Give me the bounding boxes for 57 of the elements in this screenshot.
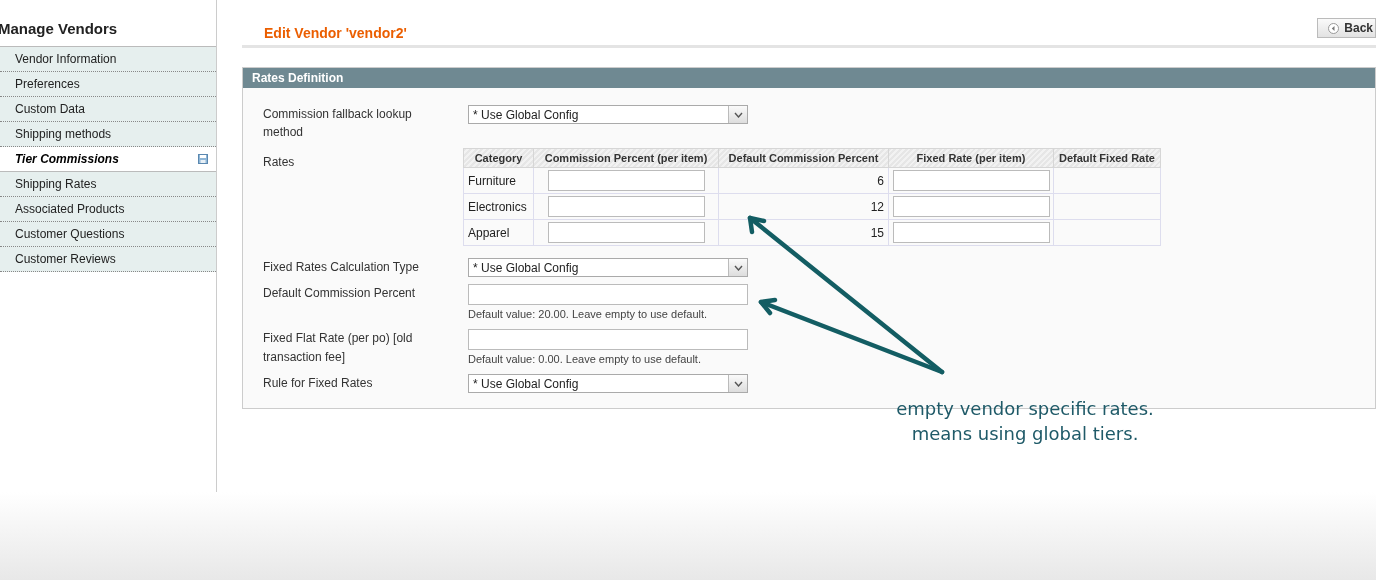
dropdown[interactable]: * Use Global Config	[468, 374, 748, 393]
sidebar-item-label: Shipping Rates	[15, 176, 97, 193]
sidebar-item[interactable]: Customer Questions	[0, 222, 216, 247]
annotation-text: empty vendor specific rates.	[896, 397, 1154, 421]
input-field[interactable]	[547, 170, 705, 191]
table-cell: 12	[718, 193, 889, 220]
field-label: Rates	[263, 154, 296, 171]
sidebar-item-label: Custom Data	[15, 101, 86, 118]
table-cell: 15	[718, 219, 889, 246]
section-header: Rates Definition	[243, 68, 1375, 88]
sidebar-item-label: Shipping methods	[15, 126, 112, 143]
field-hint: Default value: 0.00. Leave empty to use default.	[468, 352, 702, 367]
sidebar-item-label: Associated Products	[15, 201, 125, 218]
sidebar-item-label: Vendor Information	[15, 51, 117, 68]
back-icon	[1328, 22, 1340, 34]
input-field[interactable]	[892, 222, 1050, 243]
table-cell: Apparel	[463, 219, 534, 246]
column-header: Fixed Rate (per item)	[888, 148, 1054, 168]
table-cell: Electronics	[463, 193, 534, 220]
field-label: Default Commission Percent	[263, 285, 417, 302]
input-field[interactable]	[892, 196, 1050, 217]
column-header: Default Commission Percent	[718, 148, 889, 168]
dropdown[interactable]: * Use Global Config	[468, 105, 748, 124]
sidebar-item[interactable]: Associated Products	[0, 197, 216, 222]
sidebar-item-label: Customer Reviews	[15, 251, 116, 268]
chevron-down-icon	[733, 111, 743, 118]
table-cell: Furniture	[463, 167, 534, 194]
column-header: Category	[463, 148, 534, 168]
dropdown[interactable]: * Use Global Config	[468, 258, 748, 277]
sidebar-item[interactable]: Custom Data	[0, 97, 216, 122]
field-label: Fixed Rates Calculation Type	[263, 259, 420, 276]
field-hint: Default value: 20.00. Leave empty to use default.	[468, 307, 709, 322]
sidebar-item[interactable]: Preferences	[0, 72, 216, 97]
sidebar-item[interactable]: Customer Reviews	[0, 247, 216, 272]
field-label: Commission fallback lookup method	[263, 106, 413, 141]
sidebar-item[interactable]: Shipping Rates	[0, 172, 216, 197]
input-field[interactable]	[892, 170, 1050, 191]
sidebar-item-label: Tier Commissions	[15, 151, 119, 168]
input-field[interactable]	[547, 196, 705, 217]
sidebar-item-label: Preferences	[15, 76, 80, 93]
field-label: Rule for Fixed Rates	[263, 375, 374, 392]
sidebar-item-label: Customer Questions	[15, 226, 125, 243]
input-field[interactable]	[547, 222, 705, 243]
table-cell: 6	[718, 167, 889, 194]
save-icon	[198, 154, 208, 164]
chevron-down-icon	[733, 264, 743, 271]
column-header: Commission Percent (per item)	[533, 148, 719, 168]
back-button[interactable]: Back	[1317, 18, 1376, 38]
input-field[interactable]	[468, 329, 748, 350]
sidebar-item[interactable]: Vendor Information	[0, 47, 216, 72]
input-field[interactable]	[468, 284, 748, 305]
column-header: Default Fixed Rate	[1053, 148, 1161, 168]
chevron-down-icon	[733, 380, 743, 387]
sidebar-item[interactable]: Shipping methods	[0, 122, 216, 147]
page-title: Edit Vendor 'vendor2'	[263, 24, 407, 43]
annotation-text: means using global tiers.	[911, 422, 1139, 446]
field-label: Fixed Flat Rate (per po) [old transaction fee]	[263, 330, 414, 366]
